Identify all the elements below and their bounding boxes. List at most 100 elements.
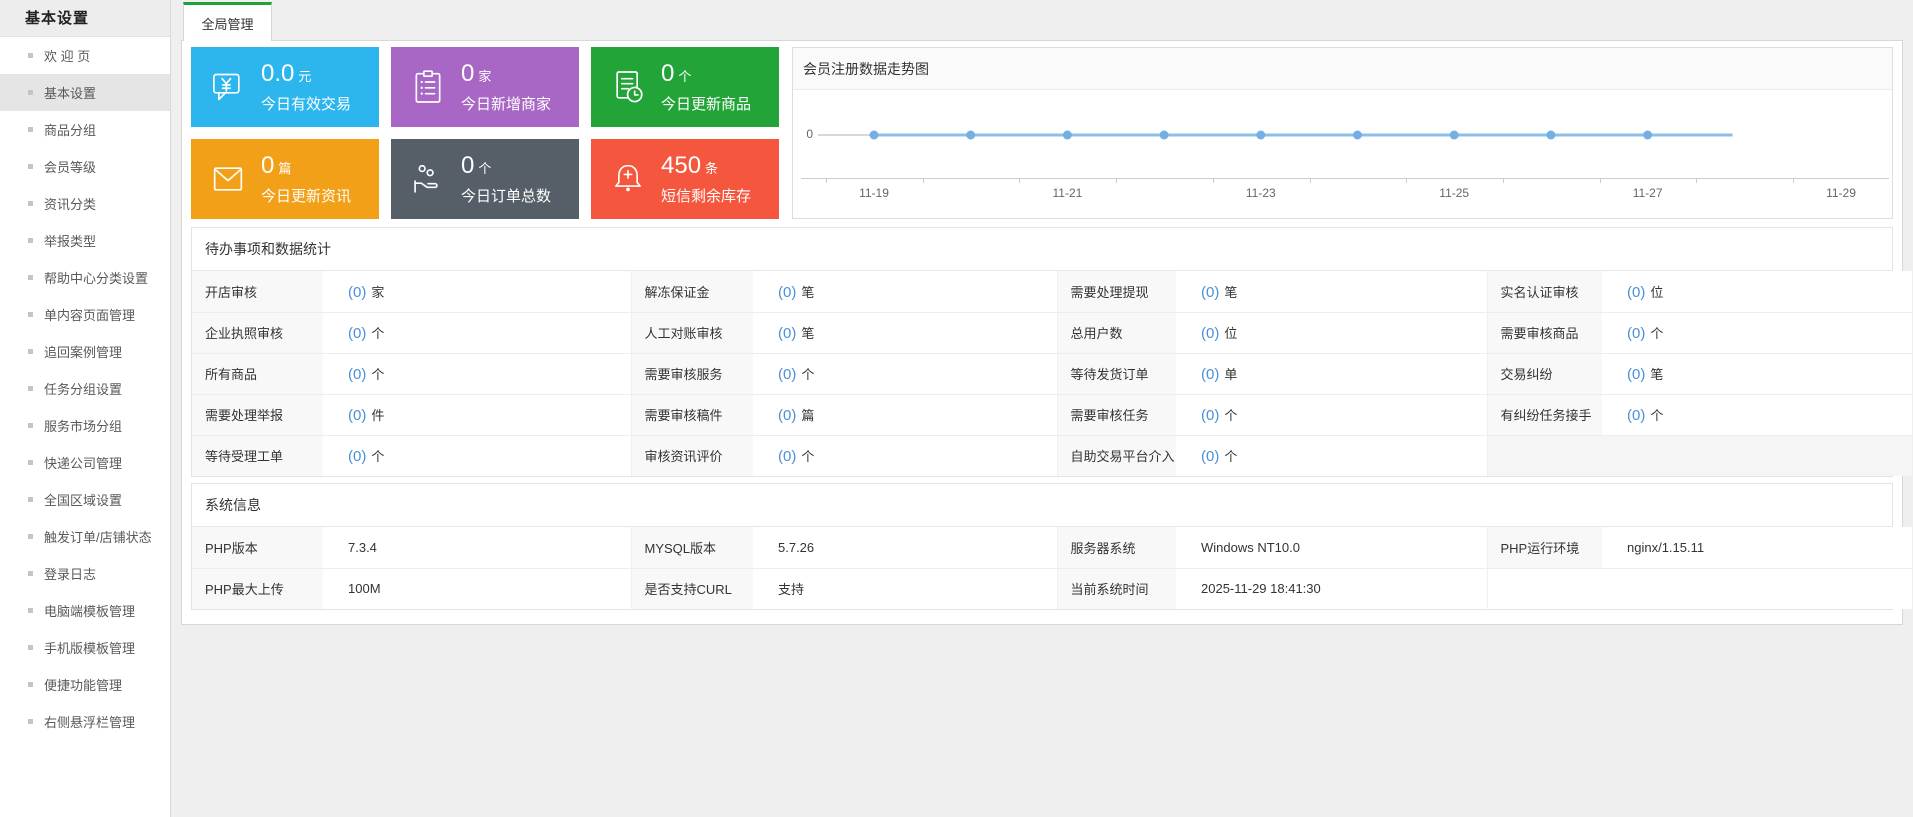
- sidebar-item[interactable]: 商品分组: [0, 111, 170, 148]
- card-label: 今日新增商家: [461, 95, 552, 113]
- stat-count-link[interactable]: (0): [1627, 284, 1645, 301]
- sidebar-item[interactable]: 电脑端模板管理: [0, 592, 170, 629]
- sidebar-item-label: 快递公司管理: [44, 456, 123, 471]
- x-axis-tick: [1116, 179, 1118, 183]
- x-axis-tick: [1212, 179, 1214, 183]
- stat-count-link[interactable]: (0): [348, 407, 366, 424]
- stat-unit: 件: [371, 408, 385, 423]
- stat-value-cell: (0) 个: [1602, 311, 1912, 353]
- tab-label: 全局管理: [201, 16, 254, 32]
- table-row: 等待受理工单 (0) 个 审核资讯评价 (0) 个 自助交易平台介入 (0) 个: [192, 434, 1912, 476]
- tab-global-management[interactable]: 全局管理: [183, 2, 272, 41]
- sidebar-item-label: 举报类型: [44, 234, 97, 249]
- top-row: 0.0 元今日有效交易 0 家今日新增商家 0 个今日更新商品 0 篇今日更新资讯 0 个今日订单…: [191, 47, 1893, 219]
- sidebar-item-label: 右侧悬浮栏管理: [44, 715, 136, 730]
- bullet-icon: [28, 312, 33, 317]
- sidebar-item[interactable]: 右侧悬浮栏管理: [0, 703, 170, 740]
- table-row: 企业执照审核 (0) 个 人工对账审核 (0) 笔 总用户数 (0) 位 需要审核商品 (0) 个: [192, 311, 1912, 353]
- sidebar-item-label: 触发订单/店铺状态: [44, 530, 152, 545]
- sidebar-item[interactable]: 单内容页面管理: [0, 296, 170, 333]
- data-point: [1546, 130, 1556, 140]
- stat-value-cell: (0) 个: [323, 352, 631, 394]
- stat-card-今日新增商家[interactable]: 0 家今日新增商家: [391, 47, 579, 127]
- card-value: 0个: [661, 59, 692, 87]
- stat-card-今日更新资讯[interactable]: 0 篇今日更新资讯: [191, 139, 379, 219]
- stat-value-cell: 支持: [753, 567, 1057, 609]
- stat-count-link[interactable]: (0): [1201, 366, 1219, 383]
- stat-value-cell: (0) 笔: [1602, 352, 1912, 394]
- stat-label: 需要审核任务: [1056, 393, 1176, 435]
- stat-count-link[interactable]: (0): [1627, 407, 1645, 424]
- sidebar-item[interactable]: 欢 迎 页: [0, 37, 170, 74]
- stat-count-link[interactable]: (0): [778, 325, 796, 342]
- stat-count-link[interactable]: (0): [1201, 407, 1219, 424]
- stat-unit: 单: [1224, 367, 1238, 382]
- main-area: 全局管理 0.0 元今日有效交易 0 家今日新增商家 0 个今日更新商品 0 篇今日更新资讯 0…: [171, 0, 1913, 625]
- stat-count-link[interactable]: (0): [1201, 448, 1219, 465]
- sidebar-item[interactable]: 任务分组设置: [0, 370, 170, 407]
- sidebar-item[interactable]: 手机版模板管理: [0, 629, 170, 666]
- stat-card-今日有效交易[interactable]: 0.0 元今日有效交易: [191, 47, 379, 127]
- sidebar-item[interactable]: 会员等级: [0, 148, 170, 185]
- x-axis-tick: [1406, 179, 1408, 183]
- stat-value-cell: (0) 家: [323, 271, 631, 312]
- stat-label: 交易纠纷: [1486, 352, 1602, 394]
- stat-unit: 个: [801, 367, 815, 382]
- x-axis-tick: [826, 179, 827, 183]
- stat-card-短信剩余库存[interactable]: 450 条短信剩余库存: [591, 139, 779, 219]
- stat-label: 有纠纷任务接手: [1486, 393, 1602, 435]
- sidebar-item-label: 帮助中心分类设置: [44, 271, 149, 286]
- stat-count-link[interactable]: (0): [348, 366, 366, 383]
- bullet-icon: [28, 164, 33, 169]
- sidebar-menu: 欢 迎 页基本设置 商品分组 会员等级 资讯分类举报类型帮助中心分类设置单内容页面管理…: [0, 37, 170, 740]
- stat-label: 需要审核稿件: [630, 393, 753, 435]
- stat-label: 自助交易平台介入: [1056, 434, 1176, 476]
- sidebar-item[interactable]: 帮助中心分类设置: [0, 259, 170, 296]
- stat-count-link[interactable]: (0): [348, 325, 366, 342]
- bell-plus-icon: [615, 164, 641, 192]
- stat-count-link[interactable]: (0): [778, 366, 796, 383]
- content-panel: 0.0 元今日有效交易 0 家今日新增商家 0 个今日更新商品 0 篇今日更新资讯 0 个今日订单…: [181, 40, 1912, 625]
- sidebar-item[interactable]: 服务市场分组: [0, 407, 170, 444]
- sidebar-item-label: 电脑端模板管理: [44, 604, 136, 619]
- stat-label: 等待受理工单: [192, 434, 323, 476]
- sidebar-item[interactable]: 基本设置: [0, 74, 170, 111]
- stat-value-cell: (0) 个: [753, 352, 1057, 394]
- stat-value-cell: (0) 笔: [1176, 271, 1487, 312]
- stat-card-今日订单总数[interactable]: 0 个今日订单总数: [391, 139, 579, 219]
- sidebar-item[interactable]: 便捷功能管理: [0, 666, 170, 703]
- sidebar-item[interactable]: 资讯分类: [0, 185, 170, 222]
- stat-count-link[interactable]: (0): [778, 448, 796, 465]
- sidebar-header: 基本设置: [0, 0, 170, 37]
- stat-count-link[interactable]: (0): [1201, 325, 1219, 342]
- bullet-icon: [28, 571, 33, 576]
- sidebar-item-label: 手机版模板管理: [44, 641, 136, 656]
- sidebar-item[interactable]: 举报类型: [0, 222, 170, 259]
- stat-count-link[interactable]: (0): [1627, 366, 1645, 383]
- table-row: PHP最大上传 100M 是否支持CURL 支持 当前系统时间 2025-11-29 18…: [192, 567, 1912, 609]
- card-label: 今日更新资讯: [261, 187, 352, 205]
- x-axis-label: 11-27: [1632, 186, 1663, 200]
- sidebar-item[interactable]: 全国区域设置: [0, 481, 170, 518]
- stat-value-cell: (0) 单: [1176, 352, 1487, 394]
- stat-label: 需要处理提现: [1056, 271, 1176, 312]
- stat-label: 人工对账审核: [630, 311, 753, 353]
- stat-count-link[interactable]: (0): [778, 407, 796, 424]
- stat-count-link[interactable]: (0): [1627, 325, 1645, 342]
- stat-count-link[interactable]: (0): [778, 284, 796, 301]
- stat-unit: 个: [801, 449, 815, 465]
- stat-card-今日更新商品[interactable]: 0 个今日更新商品: [591, 47, 779, 127]
- stat-count-link[interactable]: (0): [348, 448, 366, 465]
- bullet-icon: [28, 608, 33, 613]
- bullet-icon: [28, 275, 33, 280]
- sidebar-item[interactable]: 追回案例管理: [0, 333, 170, 370]
- sidebar-item[interactable]: 触发订单/店铺状态: [0, 518, 170, 555]
- stat-unit: 位: [1650, 284, 1664, 300]
- sidebar-item[interactable]: 登录日志: [0, 555, 170, 592]
- data-point: [869, 130, 879, 140]
- stat-count-link[interactable]: (0): [1201, 284, 1219, 301]
- stat-count-link[interactable]: (0): [348, 284, 366, 301]
- sidebar-item[interactable]: 快递公司管理: [0, 444, 170, 481]
- trend-line-svg: [818, 130, 1733, 140]
- x-axis-tick: [1502, 179, 1504, 183]
